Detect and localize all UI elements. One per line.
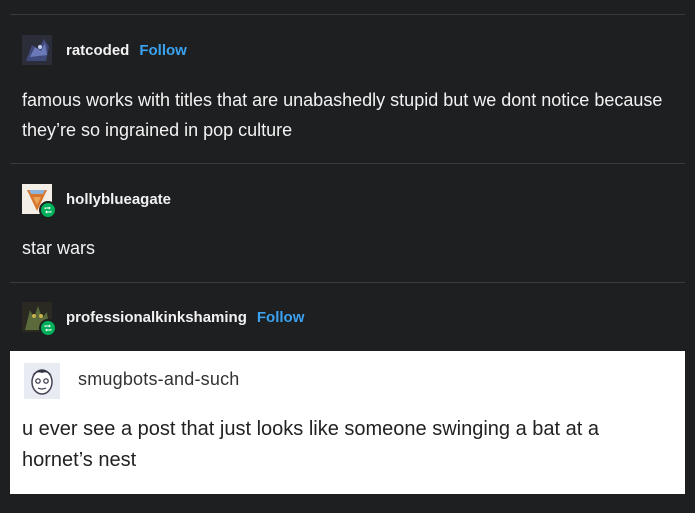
post-divider <box>10 282 685 283</box>
post-text: star wars <box>22 238 96 258</box>
post-text: u ever see a post that just looks like s… <box>22 418 600 471</box>
username[interactable]: hollyblueagate <box>66 191 171 208</box>
avatar-ratcoded[interactable] <box>22 35 52 65</box>
post-text: famous works with titles that are unabas… <box>22 90 663 140</box>
username: smugbots-and-such <box>78 369 240 389</box>
bottom-strip <box>0 494 695 513</box>
reblog-icon <box>39 201 57 219</box>
embedded-screenshot: smugbots-and-such u ever see a post that… <box>10 351 685 494</box>
username[interactable]: professionalkinkshaming <box>66 309 247 326</box>
post-header-professionalkinkshaming: professionalkinkshaming Follow <box>22 302 305 337</box>
avatar-image <box>22 35 52 65</box>
avatar-smugbots-and-such <box>24 363 60 399</box>
post-header-ratcoded: ratcoded Follow <box>22 35 187 65</box>
top-divider <box>10 14 685 15</box>
username[interactable]: ratcoded <box>66 42 129 59</box>
post-divider <box>10 163 685 164</box>
avatar-professionalkinkshaming[interactable] <box>22 302 57 337</box>
post-header-hollyblueagate: hollyblueagate <box>22 184 171 219</box>
follow-button[interactable]: Follow <box>257 309 305 326</box>
follow-button[interactable]: Follow <box>139 42 187 59</box>
avatar-image <box>24 363 60 399</box>
avatar-hollyblueagate[interactable] <box>22 184 57 219</box>
reblog-icon <box>39 319 57 337</box>
